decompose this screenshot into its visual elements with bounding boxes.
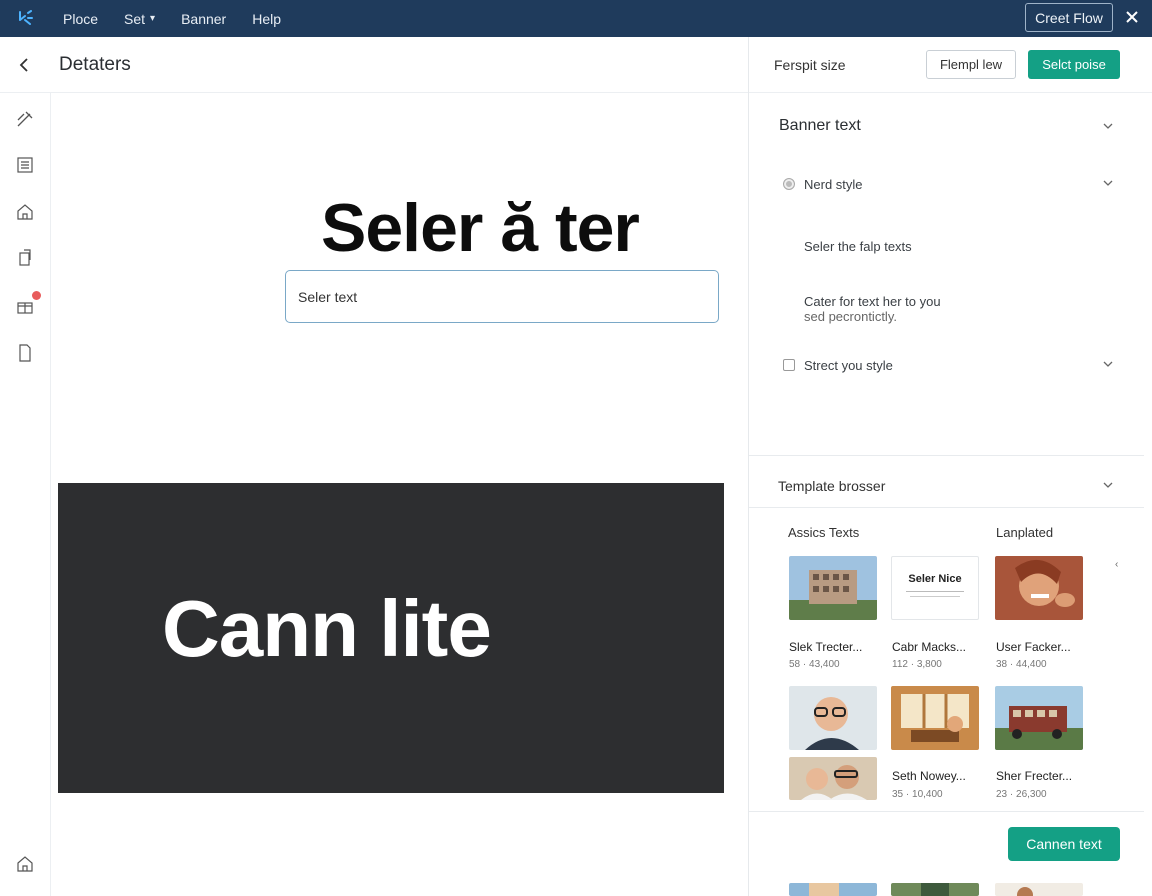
menu-item-help[interactable]: Help — [239, 0, 294, 37]
chevron-down-icon[interactable] — [1101, 176, 1115, 190]
banner-preview[interactable]: Cann lite — [58, 483, 724, 793]
hint-text: Seler the falp texts — [804, 239, 912, 254]
thumb-text: Seler Nice — [908, 573, 962, 585]
select-poise-button[interactable]: Selct poise — [1028, 50, 1120, 79]
hint-text-line1: Cater for text her to you — [804, 294, 941, 309]
menu-label: Set — [124, 10, 146, 27]
template-tab-templated[interactable]: Lanplated — [996, 525, 1053, 540]
notification-badge — [32, 291, 41, 300]
template-title: Cabr Macks... — [892, 640, 967, 654]
close-icon[interactable] — [1120, 5, 1144, 29]
template-title: Sher Frecter... — [996, 769, 1073, 783]
nerd-style-radio[interactable] — [783, 178, 795, 190]
chevron-down-icon: ▾ — [150, 13, 156, 24]
template-thumb[interactable] — [789, 883, 877, 896]
confirm-text-button[interactable]: Cannen text — [1008, 827, 1120, 861]
create-flow-button[interactable]: Creet Flow — [1025, 3, 1113, 32]
template-thumb[interactable] — [995, 686, 1083, 750]
menu-label: Help — [252, 10, 282, 27]
banner-text-section: Banner text Nerd style Seler the falp te… — [749, 93, 1144, 453]
thumb-line — [910, 596, 960, 597]
template-title: Slek Trecter... — [789, 640, 863, 654]
template-meta: 58 · 43,400 — [789, 659, 840, 670]
section-title: Banner text — [779, 117, 861, 134]
menu-label: Ploce — [63, 10, 99, 27]
divider — [749, 811, 1144, 812]
page-header: Detaters — [0, 37, 748, 93]
strect-style-checkbox[interactable] — [783, 359, 795, 371]
divider — [749, 455, 1144, 456]
hint-text-line2: sed pecrontictly. — [804, 309, 897, 324]
divider — [749, 507, 1144, 508]
tool-rail — [0, 93, 51, 896]
menu-item-banner[interactable]: Banner — [168, 0, 239, 37]
back-arrow-icon[interactable] — [0, 37, 48, 93]
strect-style-label: Strect you style — [804, 358, 893, 373]
menu-item-ploce[interactable]: Ploce — [50, 0, 111, 37]
template-meta: 35 · 10,400 — [892, 789, 943, 800]
shelter-icon[interactable] — [12, 199, 38, 225]
template-browser-title: Template brosser — [778, 478, 886, 494]
top-nav-bar: Ploce Set ▾ Banner Help Creet Flow — [0, 0, 1152, 37]
list-icon[interactable] — [12, 152, 38, 178]
template-thumb[interactable] — [891, 883, 979, 896]
page-title: Detaters — [59, 53, 131, 75]
text-input[interactable] — [285, 270, 719, 323]
template-view-button[interactable]: Flempl lew — [926, 50, 1016, 79]
template-thumb[interactable] — [789, 556, 877, 620]
canvas-headline[interactable]: Seler ă ter — [321, 189, 640, 267]
template-thumb[interactable] — [789, 757, 877, 800]
size-label: Ferspit size — [774, 57, 846, 73]
template-meta: 112 · 3,800 — [892, 659, 942, 670]
template-meta: 23 · 26,300 — [996, 789, 1047, 800]
template-thumb[interactable] — [995, 556, 1083, 620]
app-logo-icon[interactable] — [0, 0, 50, 37]
template-thumb-text[interactable]: Seler Nice — [891, 556, 979, 620]
template-thumb[interactable] — [789, 686, 877, 750]
gift-icon[interactable] — [12, 291, 41, 319]
menu-item-set[interactable]: Set ▾ — [111, 0, 168, 37]
template-tab-basics[interactable]: Assics Texts — [788, 525, 859, 540]
panel-header: Ferspit size Flempl lew Selct poise — [749, 37, 1152, 93]
menu-label: Banner — [181, 10, 227, 27]
template-thumb[interactable] — [995, 883, 1083, 896]
template-thumb[interactable] — [891, 686, 979, 750]
chevron-down-icon[interactable] — [1101, 478, 1115, 492]
copy-icon[interactable] — [12, 246, 38, 272]
banner-text[interactable]: Cann lite — [162, 583, 492, 675]
template-title: Seth Nowey... — [892, 769, 966, 783]
chevron-left-icon[interactable]: ‹ — [1115, 559, 1118, 570]
main-menu: Ploce Set ▾ Banner Help — [50, 0, 294, 37]
template-meta: 38 · 44,400 — [996, 659, 1047, 670]
nerd-style-label: Nerd style — [804, 177, 863, 192]
pen-icon[interactable] — [12, 106, 38, 132]
document-icon[interactable] — [12, 340, 38, 366]
chevron-down-icon[interactable] — [1101, 119, 1115, 133]
properties-panel: Ferspit size Flempl lew Selct poise Bann… — [748, 37, 1152, 896]
editor-canvas: Seler ă ter Cann lite — [51, 93, 748, 896]
template-title: User Facker... — [996, 640, 1071, 654]
chevron-down-icon[interactable] — [1101, 357, 1115, 371]
home-icon[interactable] — [12, 851, 38, 877]
thumb-line — [906, 591, 964, 592]
